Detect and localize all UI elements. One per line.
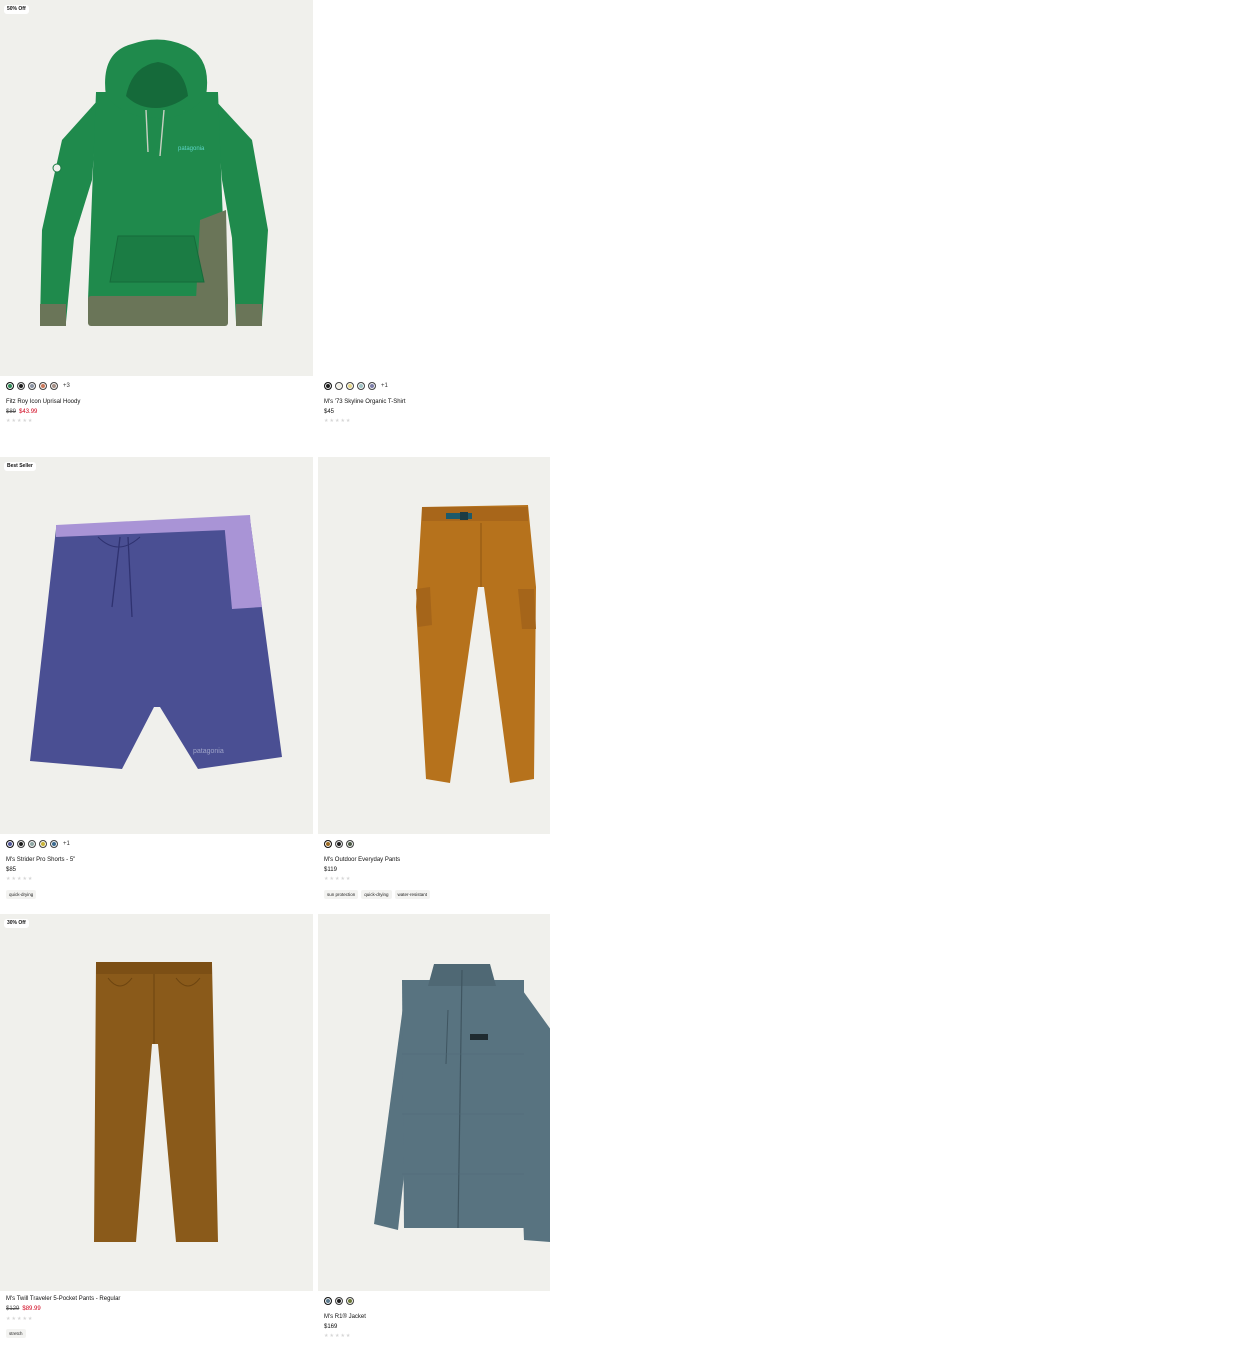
product-name[interactable]: Fitz Roy Icon Uprisal Hoody (6, 399, 80, 405)
product-price: $169 (324, 1324, 338, 1330)
product-name[interactable]: M's Strider Pro Shorts - 5" (6, 857, 75, 863)
swatch-color-3[interactable] (28, 381, 36, 390)
feature-tag: sun protection (324, 890, 359, 899)
swatch-color-5[interactable] (368, 381, 376, 390)
feature-tag: quick-drying (361, 890, 392, 899)
product-badge: Best Seller (4, 462, 36, 471)
product-card-tshirt[interactable]: +1 M's '73 Skyline Organic T-Shirt $45 ★… (318, 0, 550, 440)
sale-price: $89.99 (22, 1306, 41, 1312)
product-image-pants[interactable] (318, 457, 550, 834)
rating-stars: ★★★★★ (324, 1333, 352, 1339)
swatch-color-1[interactable] (6, 381, 14, 390)
swatch-color-4[interactable] (39, 381, 47, 390)
swatch-color-1[interactable] (324, 1296, 332, 1305)
swatch-color-3[interactable] (346, 1296, 354, 1305)
product-card-hoody[interactable]: patagonia 50% Off +3 Fitz Roy Icon Upris… (0, 0, 313, 440)
product-price: $129 $89.99 (6, 1306, 41, 1312)
swatch-color-4[interactable] (39, 839, 47, 848)
product-image-tshirt[interactable] (318, 0, 550, 376)
rating-stars: ★★★★★ (6, 418, 34, 424)
product-badge: 50% Off (4, 5, 29, 14)
swatch-color-2[interactable] (335, 839, 343, 848)
jacket-illustration (374, 964, 550, 1242)
feature-tags: quick-drying (6, 890, 37, 899)
rating-stars: ★★★★★ (6, 876, 34, 882)
shorts-illustration: patagonia (30, 515, 282, 769)
hoody-illustration: patagonia (40, 39, 268, 326)
more-colors-count[interactable]: +1 (381, 383, 388, 389)
svg-text:patagonia: patagonia (178, 146, 205, 152)
product-price: $119 (324, 867, 337, 873)
product-image-shorts[interactable]: patagonia Best Seller (0, 457, 313, 834)
color-swatches: +3 (6, 381, 70, 390)
swatch-color-1[interactable] (324, 839, 332, 848)
twill-pants-illustration (94, 962, 218, 1242)
product-badge: 30% Off (4, 919, 29, 928)
original-price: $89 (6, 409, 17, 415)
rating-stars: ★★★★★ (324, 876, 352, 882)
swatch-color-3[interactable] (346, 839, 354, 848)
product-card-r1-jacket[interactable]: M's R1® Jacket $169 ★★★★★ (318, 914, 550, 1346)
product-price: $45 (324, 409, 335, 415)
more-colors-count[interactable]: +1 (63, 841, 70, 847)
product-image-twill[interactable]: 30% Off (0, 914, 313, 1291)
product-card-shorts[interactable]: patagonia Best Seller +1 M's Strider Pro… (0, 457, 313, 902)
feature-tag: water-resistant (394, 890, 431, 899)
product-card-twill[interactable]: 30% Off M's Twill Traveler 5-Pocket Pant… (0, 914, 313, 1346)
product-image-r1-jacket[interactable] (318, 914, 550, 1291)
sale-price: $43.99 (19, 409, 38, 415)
svg-text:patagonia: patagonia (193, 748, 224, 755)
product-name[interactable]: M's R1® Jacket (324, 1314, 366, 1320)
feature-tags: sun protection quick-drying water-resist… (324, 890, 431, 899)
product-price: $85 (6, 867, 17, 873)
swatch-color-3[interactable] (28, 839, 36, 848)
swatch-color-1[interactable] (6, 839, 14, 848)
color-swatches (324, 839, 354, 848)
more-colors-count[interactable]: +3 (63, 383, 70, 389)
swatch-color-5[interactable] (50, 839, 58, 848)
swatch-color-5[interactable] (50, 381, 58, 390)
product-name[interactable]: M's Twill Traveler 5-Pocket Pants - Regu… (6, 1296, 120, 1302)
product-image-hoody[interactable]: patagonia 50% Off (0, 0, 313, 376)
rating-stars: ★★★★★ (6, 1316, 34, 1322)
swatch-color-2[interactable] (335, 1296, 343, 1305)
color-swatches: +1 (6, 839, 70, 848)
product-name[interactable]: M's Outdoor Everyday Pants (324, 857, 400, 863)
swatch-color-2[interactable] (17, 839, 25, 848)
swatch-color-1[interactable] (324, 381, 332, 390)
product-name[interactable]: M's '73 Skyline Organic T-Shirt (324, 399, 406, 405)
product-price: $89 $43.99 (6, 409, 37, 415)
feature-tag: quick-drying (6, 890, 37, 899)
swatch-color-4[interactable] (357, 381, 365, 390)
swatch-color-3[interactable] (346, 381, 354, 390)
original-price: $129 (6, 1306, 20, 1312)
swatch-color-2[interactable] (17, 381, 25, 390)
color-swatches: +1 (324, 381, 388, 390)
color-swatches (324, 1296, 354, 1305)
feature-tag: stretch (6, 1329, 26, 1338)
pants-illustration (416, 505, 536, 783)
product-card-pants[interactable]: M's Outdoor Everyday Pants $119 ★★★★★ su… (318, 457, 550, 902)
swatch-color-2[interactable] (335, 381, 343, 390)
feature-tags: stretch (6, 1329, 26, 1338)
rating-stars: ★★★★★ (324, 418, 352, 424)
